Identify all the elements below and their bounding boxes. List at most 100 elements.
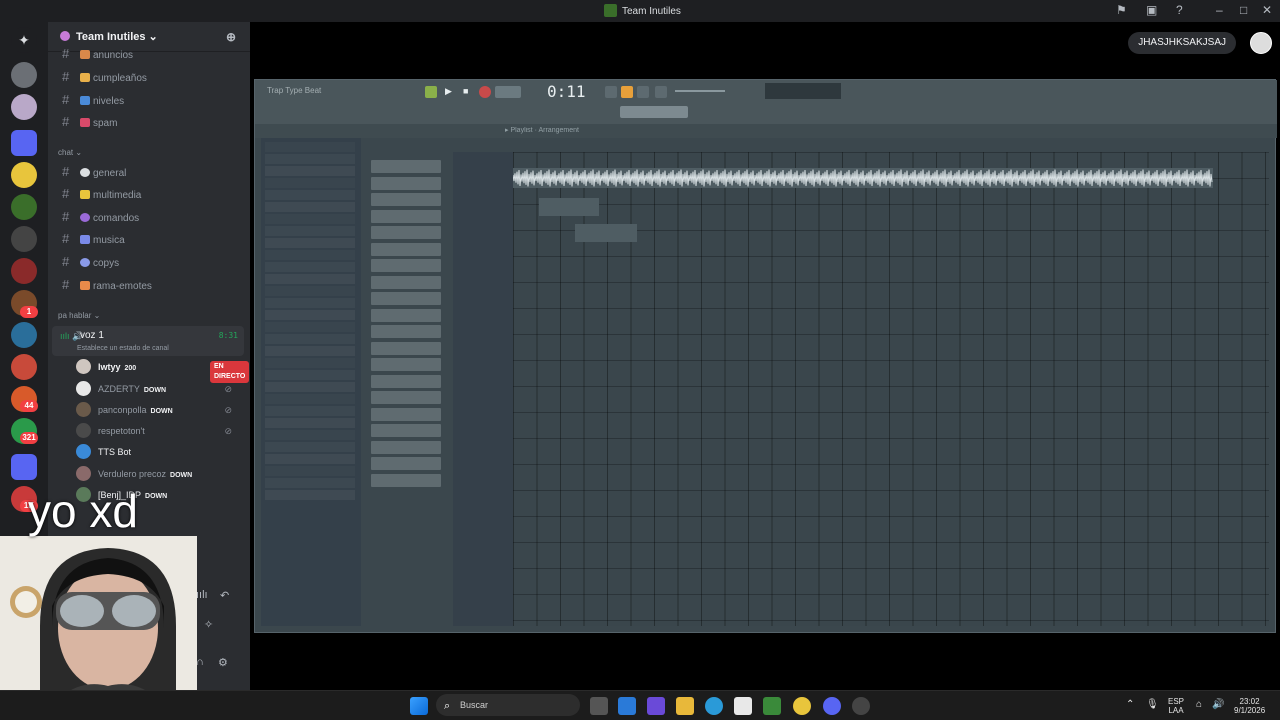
server-icon[interactable]	[11, 162, 37, 188]
app-icon[interactable]	[852, 697, 870, 715]
channel-emoji-icon	[80, 190, 90, 199]
avatar	[76, 444, 91, 459]
browser-item	[265, 190, 355, 200]
channel-multimedia[interactable]: # multimedia	[56, 184, 242, 204]
channel-general[interactable]: # general	[56, 162, 242, 182]
disconnect-icon[interactable]: ↶	[220, 589, 229, 602]
stream-view: JHASJHKSAKJSAJ Trap Type Beat ▶ ■ 0:11 ▸…	[250, 22, 1280, 690]
server-boost-icon	[60, 31, 70, 41]
server-icon[interactable]	[11, 62, 37, 88]
file-explorer-icon[interactable]	[676, 697, 694, 715]
browser-item	[265, 418, 355, 428]
add-member-icon[interactable]: ⊕	[226, 30, 236, 44]
fl-time-display: 0:11	[547, 82, 586, 101]
voice-member[interactable]: lwtyy 200 EN DIRECTO	[76, 358, 250, 383]
channel-status[interactable]: Establece un estado de canal	[77, 345, 169, 352]
deafened-icon: ⊘	[224, 426, 232, 436]
tray-chevron-icon[interactable]: ⌃	[1126, 700, 1134, 710]
browser-item	[265, 298, 355, 308]
channel-spam[interactable]: # spam	[56, 112, 242, 132]
channel-emoji-icon	[80, 281, 90, 290]
channel-copys[interactable]: # copys	[56, 252, 242, 272]
server-icon[interactable]	[11, 194, 37, 220]
start-menu-icon[interactable]	[410, 697, 428, 715]
fl-track-list	[453, 152, 513, 626]
browser-item	[265, 142, 355, 152]
headphones-icon[interactable]: ∩	[196, 656, 204, 668]
channel-comandos[interactable]: # comandos	[56, 207, 242, 227]
channel-niveles[interactable]: # niveles	[56, 90, 242, 110]
server-icon[interactable]	[11, 94, 37, 120]
streamer-avatar[interactable]	[1250, 32, 1272, 54]
help-icon[interactable]: ?	[1176, 3, 1183, 17]
discord-home-icon[interactable]: ✦	[11, 27, 37, 53]
channel-musica[interactable]: # musica	[56, 229, 242, 249]
inbox-icon[interactable]: ⚑	[1116, 3, 1127, 17]
channel-slot	[371, 440, 441, 454]
streamer-name[interactable]: JHASJHKSAKJSAJ	[1128, 32, 1236, 54]
clock[interactable]: 23:02 9/1/2026	[1234, 697, 1265, 715]
voice-member[interactable]: respetoton't ⊘	[76, 422, 240, 440]
voice-member[interactable]: Verdulero precoz DOWN	[76, 465, 240, 483]
fl-tool-icon	[621, 86, 633, 98]
browser-item	[265, 202, 355, 212]
settings-gear-icon[interactable]: ⚙	[218, 656, 228, 669]
store-icon[interactable]	[734, 697, 752, 715]
deafened-icon: ⊘	[224, 405, 232, 415]
microphone-icon[interactable]: 🎙	[1146, 700, 1159, 710]
voice-member[interactable]: AZDERTY DOWN ⊘	[76, 380, 240, 398]
server-icon[interactable]	[11, 354, 37, 380]
channel-rama-emotes[interactable]: # rama-emotes	[56, 275, 242, 295]
mention-badge: 44	[20, 400, 38, 412]
activity-icon[interactable]: ✧	[204, 618, 213, 631]
audio-waveform-clip	[513, 168, 1213, 188]
maximize-icon[interactable]: □	[1240, 3, 1247, 17]
edge-icon[interactable]	[705, 697, 723, 715]
avatar	[76, 423, 91, 438]
outlook-icon[interactable]	[618, 697, 636, 715]
server-icon[interactable]	[11, 226, 37, 252]
browser-item	[265, 238, 355, 248]
hash-icon: #	[62, 254, 70, 269]
channel-anuncios[interactable]: # anuncios	[56, 44, 242, 64]
audio-clip	[539, 198, 599, 216]
member-tag: DOWN	[145, 493, 168, 500]
voice-member[interactable]: TTS Bot	[76, 443, 240, 461]
folder-icon[interactable]	[11, 454, 37, 480]
voice-member[interactable]: panconpolla DOWN ⊘	[76, 401, 240, 419]
channel-emoji-icon	[80, 118, 90, 127]
minecraft-icon[interactable]	[763, 697, 781, 715]
minimize-icon[interactable]: –	[1216, 3, 1223, 17]
channel-slot	[371, 292, 441, 305]
member-tag: DOWN	[150, 408, 173, 415]
audio-clip	[575, 224, 637, 242]
discord-icon[interactable]	[823, 697, 841, 715]
chrome-icon[interactable]	[793, 697, 811, 715]
channel-cumpleanos[interactable]: # cumpleaños	[56, 67, 242, 87]
channel-slot	[371, 407, 441, 421]
category-chat[interactable]: chat ⌄	[58, 148, 82, 157]
server-icon[interactable]	[11, 322, 37, 348]
volume-icon[interactable]: 🔊	[1212, 700, 1224, 710]
network-icon[interactable]: ⌂	[1196, 700, 1202, 710]
browser-item	[265, 226, 355, 236]
app-icon	[604, 4, 617, 17]
overlay-caption: yo xd	[28, 485, 138, 537]
folder-icon[interactable]	[11, 130, 37, 156]
teams-icon[interactable]	[647, 697, 665, 715]
task-view-icon[interactable]	[590, 697, 608, 715]
voice-channel[interactable]: ıılı 🔊 voz 1 8:31 Establece un estado de…	[52, 326, 244, 356]
language-indicator[interactable]: ESP LAA	[1168, 697, 1184, 715]
window-title: Team Inutiles	[604, 4, 681, 17]
taskbar-search[interactable]: ⌕ Buscar	[436, 694, 580, 716]
soundboard-icon[interactable]: ıılı	[196, 589, 208, 601]
window-icon[interactable]: ▣	[1146, 3, 1157, 17]
close-icon[interactable]: ✕	[1262, 3, 1272, 17]
category-voice[interactable]: pa hablar ⌄	[58, 311, 100, 320]
fl-playlist-bar: ▸ Playlist · Arrangement	[255, 124, 1277, 138]
browser-item	[265, 454, 355, 464]
master-volume-slider	[675, 90, 725, 92]
pattern-mode-icon	[425, 86, 437, 98]
fl-tool-icon	[655, 86, 667, 98]
server-icon[interactable]	[11, 258, 37, 284]
